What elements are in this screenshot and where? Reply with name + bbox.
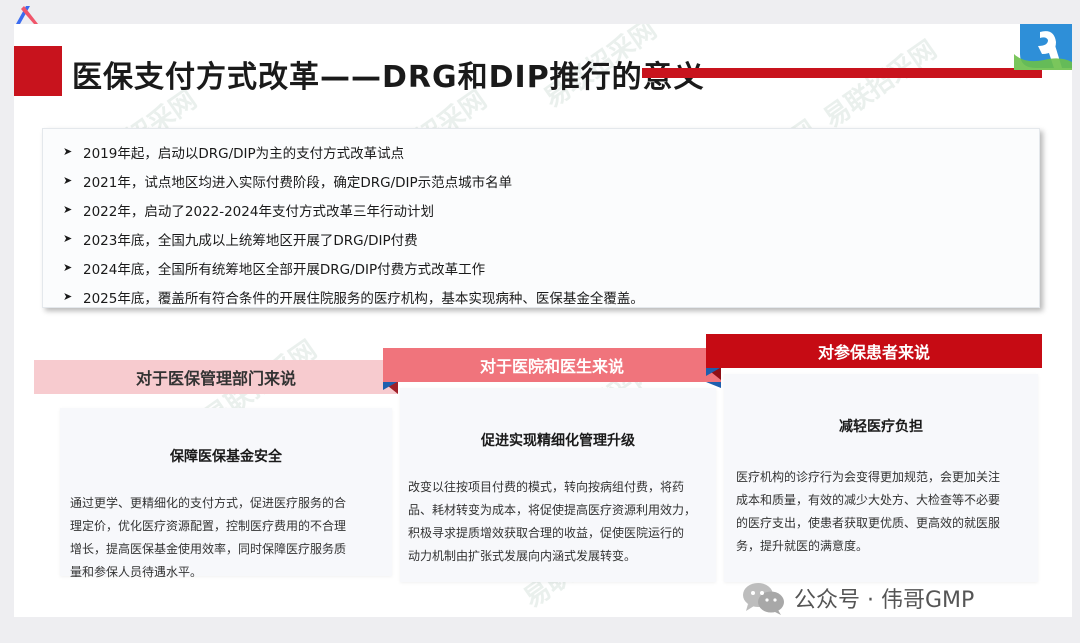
arrow-bullet-icon: ➤ <box>63 232 73 245</box>
timeline-item: ➤ 2025年底，覆盖所有符合条件的开展住院服务的医疗机构，基本实现病种、医保基… <box>63 282 1039 311</box>
card-line: 品、耗材转变为成本，将促使提高医疗资源利用效力， <box>408 503 697 517</box>
card-line: 量和参保人员待遇水平。 <box>70 565 203 579</box>
watermark: 易联招采网 <box>818 34 943 135</box>
card-hospital: 促进实现精细化管理升级 改变以往按项目付费的模式，转向按病组付费，将药 品、耗材… <box>400 388 716 582</box>
timeline-item: ➤ 2022年，启动了2022-2024年支付方式改革三年行动计划 <box>63 195 1039 224</box>
timeline-item: ➤ 2024年底，全国所有统筹地区全部开展DRG/DIP付费方式改革工作 <box>63 253 1039 282</box>
card-line: 动力机制由扩张式发展向内涵式发展转变。 <box>408 549 637 563</box>
wechat-icon <box>743 583 784 615</box>
arrow-bullet-icon: ➤ <box>63 261 73 274</box>
card-title: 保障医保基金安全 <box>170 449 282 465</box>
card-line: 增长，提高医保基金使用效率，同时保障医疗服务质 <box>70 542 347 556</box>
header-patients: 对参保患者来说 <box>706 334 1042 368</box>
timeline-text: 2022年，启动了2022-2024年支付方式改革三年行动计划 <box>83 203 434 220</box>
card-line: 成本和质量，有效的减少大处方、大检查等不必要 <box>736 493 1001 507</box>
timeline-text: 2019年起，启动以DRG/DIP为主的支付方式改革试点 <box>83 145 405 162</box>
corner-logo-icon <box>1014 24 1072 70</box>
card-line: 通过更学、更精细化的支付方式，促进医疗服务的合 <box>70 496 347 510</box>
card-line: 积极寻求提质增效获取合理的收益，促使医院运行的 <box>408 526 685 540</box>
timeline-text: 2021年，试点地区均进入实际付费阶段，确定DRG/DIP示范点城市名单 <box>83 174 513 191</box>
card-line: 务，提升就医的满意度。 <box>736 539 869 553</box>
footer-watermark: 公众号 · 伟哥GMP <box>740 580 974 616</box>
card-title: 减轻医疗负担 <box>839 419 923 435</box>
slide: 易联招采网 易联招采网 易联招采网 易联招采网 易联招采网 易联招采网 易联招采… <box>14 24 1072 617</box>
timeline-text: 2024年底，全国所有统筹地区全部开展DRG/DIP付费方式改革工作 <box>83 261 486 278</box>
card-body: 通过更学、更精细化的支付方式，促进医疗服务的合 理定价，优化医疗资源配置，控制医… <box>70 492 388 584</box>
timeline-item: ➤ 2023年底，全国九成以上统筹地区开展了DRG/DIP付费 <box>63 224 1039 253</box>
arrow-bullet-icon: ➤ <box>63 145 73 158</box>
card-title: 促进实现精细化管理升级 <box>481 433 635 449</box>
card-line: 改变以往按项目付费的模式，转向按病组付费，将药 <box>408 480 685 494</box>
ribbon-fold <box>706 368 720 376</box>
card-insurance-dept: 保障医保基金安全 通过更学、更精细化的支付方式，促进医疗服务的合 理定价，优化医… <box>60 408 392 579</box>
ribbon-fold <box>706 382 721 388</box>
footer-label: 公众号 · 伟哥GMP <box>794 588 975 613</box>
header-insurance-dept: 对于医保管理部门来说 <box>34 360 398 394</box>
card-line: 理定价，优化医疗资源配置，控制医疗费用的不合理 <box>70 519 347 533</box>
ribbon-fold <box>383 382 397 390</box>
card-body: 医疗机构的诊疗行为会变得更加规范，会更加关注 成本和质量，有效的减少大处方、大检… <box>736 466 1036 558</box>
timeline-panel: ➤ 2019年起，启动以DRG/DIP为主的支付方式改革试点 ➤ 2021年，试… <box>42 128 1040 308</box>
card-body: 改变以往按项目付费的模式，转向按病组付费，将药 品、耗材转变为成本，将促使提高医… <box>408 476 714 568</box>
title-accent-bar <box>14 46 62 96</box>
timeline-text: 2025年底，覆盖所有符合条件的开展住院服务的医疗机构，基本实现病种、医保基金全… <box>83 290 644 307</box>
top-strip <box>0 0 1080 22</box>
card-line: 医疗机构的诊疗行为会变得更加规范，会更加关注 <box>736 470 1001 484</box>
card-patients: 减轻医疗负担 医疗机构的诊疗行为会变得更加规范，会更加关注 成本和质量，有效的减… <box>724 374 1038 582</box>
timeline-text: 2023年底，全国九成以上统筹地区开展了DRG/DIP付费 <box>83 232 418 249</box>
arrow-bullet-icon: ➤ <box>63 174 73 187</box>
timeline-item: ➤ 2019年起，启动以DRG/DIP为主的支付方式改革试点 <box>63 137 1039 166</box>
header-hospital: 对于医院和医生来说 <box>383 348 721 382</box>
slide-title: 医保支付方式改革——DRG和DIP推行的意义 <box>72 60 705 95</box>
title-rule <box>642 68 1042 78</box>
card-line: 的医疗支出，使患者获取更优质、更高效的就医服 <box>736 516 1001 530</box>
arrow-bullet-icon: ➤ <box>63 203 73 216</box>
timeline-item: ➤ 2021年，试点地区均进入实际付费阶段，确定DRG/DIP示范点城市名单 <box>63 166 1039 195</box>
arrow-bullet-icon: ➤ <box>63 290 73 303</box>
